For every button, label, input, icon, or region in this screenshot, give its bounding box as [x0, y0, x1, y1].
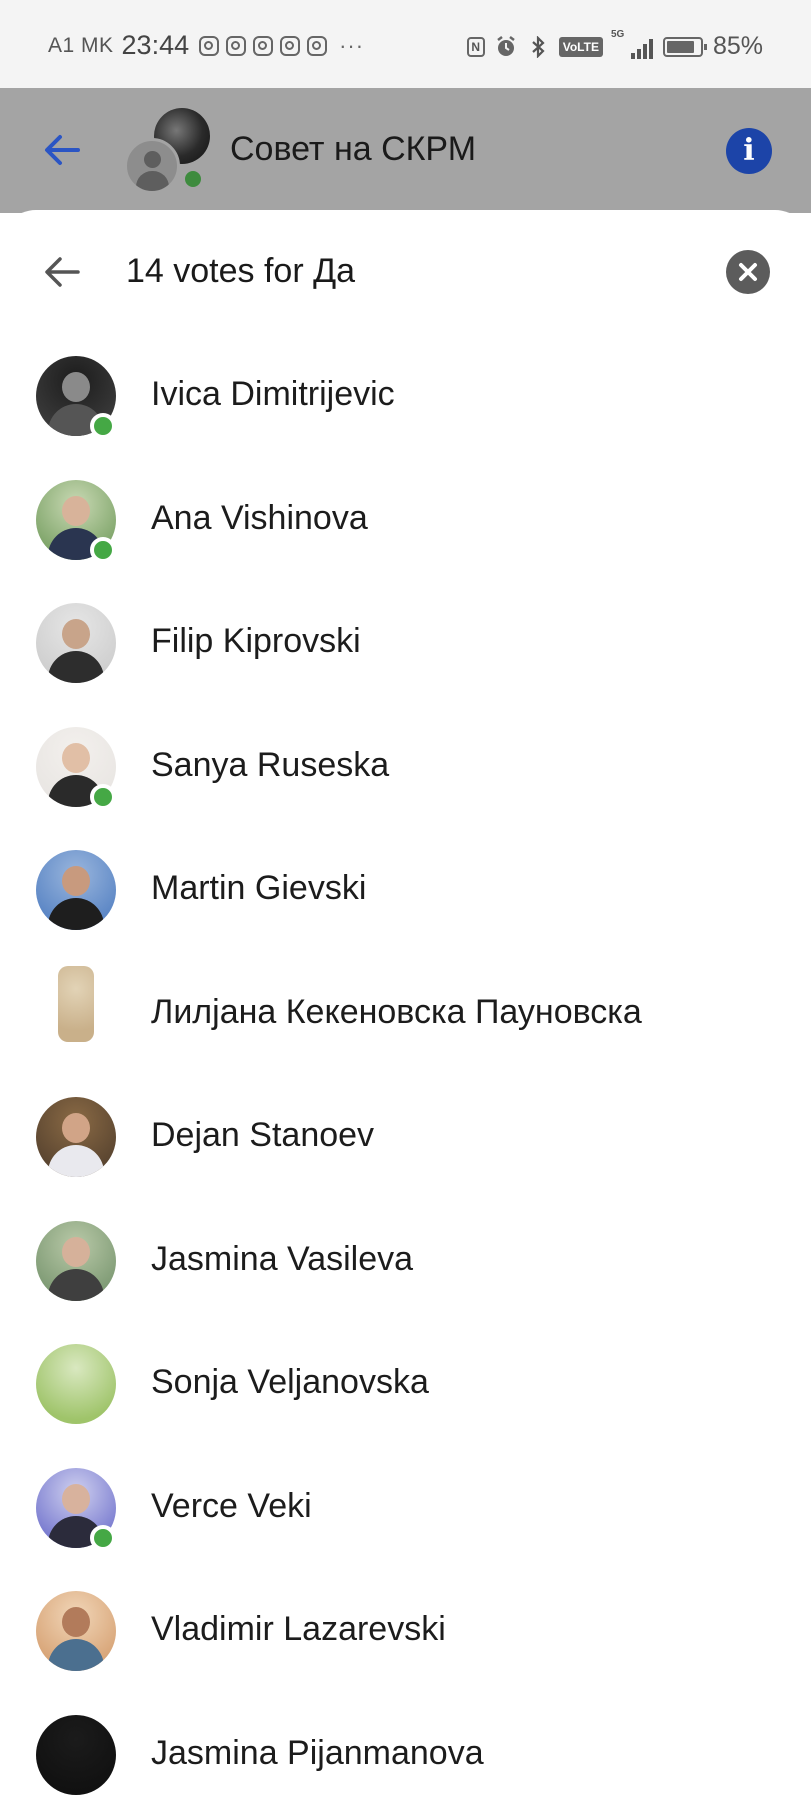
notification-icons — [199, 35, 328, 56]
clock: 23:44 — [121, 30, 190, 60]
voter-row[interactable]: Verce Veki — [0, 1447, 811, 1571]
voter-name[interactable]: Ivica Dimitrijevic — [151, 375, 395, 414]
voter-row[interactable]: Jasmina Pijanmanova — [0, 1694, 811, 1800]
default-user-icon — [124, 138, 180, 194]
instagram-icon — [280, 35, 301, 56]
avatar-face — [62, 372, 90, 402]
voter-name[interactable]: Verce Veki — [151, 1487, 312, 1526]
battery-icon — [662, 36, 707, 57]
carrier-label: A1 MK — [48, 33, 114, 57]
instagram-icon — [307, 35, 328, 56]
group-avatar[interactable] — [124, 108, 210, 194]
bluetooth-icon — [527, 35, 549, 58]
info-icon[interactable]: i — [726, 128, 772, 174]
voter-name[interactable]: Filip Kiprovski — [151, 622, 361, 661]
online-indicator — [90, 783, 116, 810]
avatar[interactable] — [36, 1714, 116, 1795]
voter-row[interactable]: Ivica Dimitrijevic — [0, 335, 811, 459]
sheet-header: 14 votes for Да — [0, 210, 811, 335]
voter-name[interactable]: Ana Vishinova — [151, 499, 368, 538]
voter-row[interactable]: Dejan Stanoev — [0, 1076, 811, 1200]
close-icon[interactable] — [726, 250, 770, 294]
avatar-body — [48, 898, 104, 930]
instagram-icon — [226, 35, 247, 56]
voter-name[interactable]: Sonja Veljanovska — [151, 1363, 429, 1402]
avatar-body — [48, 1639, 104, 1671]
votes-title: 14 votes for Да — [126, 252, 356, 290]
voter-name[interactable]: Vladimir Lazarevski — [151, 1610, 446, 1649]
battery-percent: 85% — [712, 32, 763, 60]
avatar-face — [62, 1607, 90, 1637]
avatar-body — [48, 1145, 104, 1177]
online-indicator — [90, 413, 116, 439]
status-bar-right: N VoLTE 5G 85% — [466, 29, 763, 61]
status-bar-left: A1 MK 23:44 ··· — [48, 30, 364, 61]
avatar-face — [62, 1236, 90, 1267]
voter-name[interactable]: Лилјана Кекеновска Пауновска — [151, 993, 642, 1032]
avatar[interactable] — [36, 603, 116, 683]
network-type-label: 5G — [610, 28, 625, 40]
voter-row[interactable]: Ana Vishinova — [0, 459, 811, 583]
votes-sheet: 14 votes for Да Ivica Dimitrijevic Ana Vi… — [0, 210, 811, 1800]
volte-icon: VoLTE — [558, 36, 603, 57]
online-indicator — [90, 1524, 116, 1551]
voter-row[interactable]: Лилјана Кекеновска Пауновска — [0, 953, 811, 1077]
alarm-icon — [495, 35, 517, 58]
instagram-icon — [253, 35, 274, 56]
voter-row[interactable]: Martin Gievski — [0, 829, 811, 953]
nfc-icon: N — [466, 36, 485, 57]
voter-row[interactable]: Vladimir Lazarevski — [0, 1570, 811, 1694]
avatar[interactable] — [36, 1097, 116, 1177]
avatar-body — [48, 651, 104, 683]
voter-name[interactable]: Jasmina Pijanmanova — [151, 1734, 484, 1773]
online-indicator — [90, 536, 116, 563]
chat-header: Совет на СКРМ i — [0, 88, 811, 213]
avatar[interactable] — [58, 965, 94, 1042]
voter-row[interactable]: Sanya Ruseska — [0, 706, 811, 830]
battery-level-fill — [666, 40, 695, 53]
voter-name[interactable]: Jasmina Vasileva — [151, 1240, 413, 1279]
voter-row[interactable]: Jasmina Vasileva — [0, 1200, 811, 1324]
instagram-icon — [199, 35, 220, 56]
chat-title[interactable]: Совет на СКРМ — [230, 130, 476, 169]
avatar-face — [62, 866, 90, 896]
avatar[interactable] — [36, 1220, 116, 1301]
voter-row[interactable]: Sonja Veljanovska — [0, 1323, 811, 1447]
avatar-face — [62, 1113, 90, 1143]
online-indicator — [182, 168, 204, 190]
signal-icon: 5G — [611, 29, 653, 59]
voter-list: Ivica Dimitrijevic Ana Vishinova Filip Kip… — [0, 335, 811, 1800]
voter-row[interactable]: Filip Kiprovski — [0, 582, 811, 706]
back-arrow-icon[interactable] — [40, 128, 84, 172]
avatar-body — [48, 1268, 104, 1301]
status-bar: A1 MK 23:44 ··· N VoLTE 5G 85% — [0, 0, 811, 88]
avatar-face — [62, 742, 90, 773]
avatar[interactable] — [36, 1591, 116, 1671]
voter-name[interactable]: Sanya Ruseska — [151, 746, 389, 785]
avatar-face — [62, 619, 90, 649]
voter-name[interactable]: Martin Gievski — [151, 869, 366, 908]
voter-name[interactable]: Dejan Stanoev — [151, 1116, 374, 1155]
avatar-face — [62, 1483, 90, 1514]
avatar[interactable] — [36, 1344, 116, 1424]
avatar-face — [62, 495, 90, 526]
arrow-left-icon[interactable] — [40, 250, 84, 294]
more-notifications-indicator: ··· — [339, 32, 365, 58]
avatar[interactable] — [36, 850, 116, 930]
